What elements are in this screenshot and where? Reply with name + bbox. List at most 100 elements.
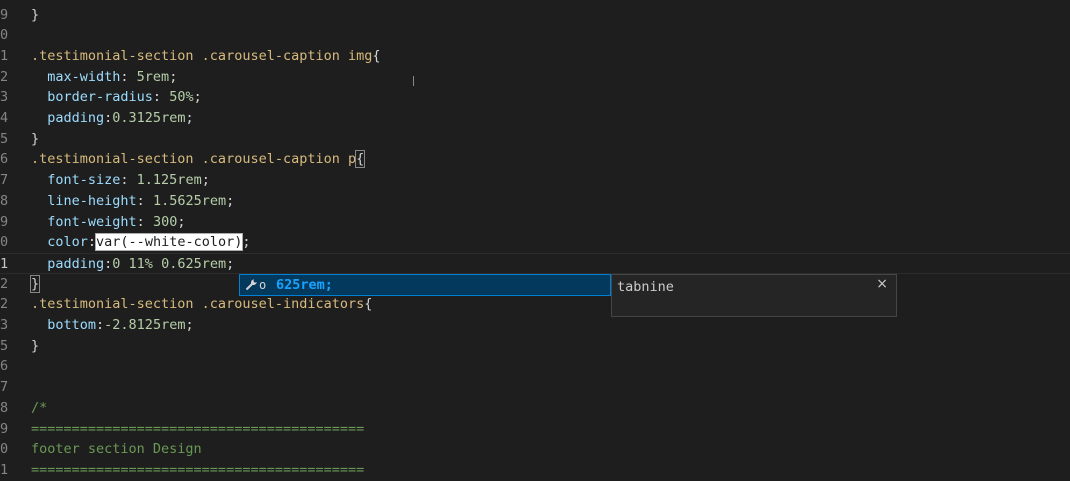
line-number: 6 xyxy=(0,358,9,375)
code-token: 1.5625rem xyxy=(152,192,227,209)
autocomplete-suggestion[interactable]: o 625rem; xyxy=(239,274,611,296)
line-number: 8 xyxy=(0,192,9,209)
code-line[interactable]: 8 /* xyxy=(0,398,1070,419)
code-token: .testimonial-section .carousel-indicator… xyxy=(31,296,365,313)
line-number: 9 xyxy=(0,213,9,230)
code-text: border-radius: 50%; xyxy=(31,87,202,108)
code-line[interactable]: 7 font-size: 1.125rem; xyxy=(0,170,1070,191)
code-text: .testimonial-section .carousel-caption i… xyxy=(31,46,381,67)
code-text: .testimonial-section .carousel-caption p… xyxy=(31,149,366,170)
suggestion-details-panel: tabnine × xyxy=(611,274,897,317)
code-line[interactable]: 3 border-radius: 50%; xyxy=(0,87,1070,108)
suggestion-kind: o xyxy=(259,278,267,292)
code-token: padding xyxy=(31,255,105,272)
line-number: 9 xyxy=(0,420,9,437)
code-text: line-height: 1.5625rem; xyxy=(31,191,234,212)
code-token: : xyxy=(152,89,170,106)
code-text: } xyxy=(31,129,39,150)
code-token: : xyxy=(120,172,137,189)
code-text: padding:0 11% 0.625rem; xyxy=(31,254,234,275)
code-token: : xyxy=(136,192,153,209)
code-line[interactable]: 0 xyxy=(0,25,1070,46)
code-line[interactable]: 1 =======================================… xyxy=(0,460,1070,481)
code-text: padding:0.3125rem; xyxy=(31,108,194,129)
code-line[interactable]: 3 bottom:-2.8125rem; xyxy=(0,315,1070,336)
code-line[interactable]: 1 padding:0 11% 0.625rem; xyxy=(0,252,1070,275)
code-line[interactable]: 5} xyxy=(0,336,1070,357)
code-text: ========================================… xyxy=(31,460,364,481)
code-line[interactable]: 0 color:var(--white-color); xyxy=(0,232,1070,253)
code-token: ; xyxy=(226,255,235,272)
code-line[interactable]: 8 line-height: 1.5625rem; xyxy=(0,191,1070,212)
autocomplete-popup[interactable]: o 625rem; xyxy=(239,274,611,296)
code-text: bottom:-2.8125rem; xyxy=(31,315,194,336)
code-token: ; xyxy=(201,172,210,189)
code-token: : xyxy=(96,317,105,333)
code-token: : xyxy=(136,213,153,230)
code-token: } xyxy=(31,6,40,23)
line-number: 2 xyxy=(0,68,9,85)
text-cursor-ibeam xyxy=(413,76,414,86)
code-token: 0.3125rem xyxy=(112,110,186,126)
line-number: 9 xyxy=(0,6,9,23)
code-line[interactable]: 0 footer section Design xyxy=(0,439,1070,460)
code-token: line-height xyxy=(31,192,137,209)
line-number: 1 xyxy=(0,255,9,272)
line-number: 2 xyxy=(0,275,9,292)
line-number: 0 xyxy=(0,234,9,251)
code-token: bottom xyxy=(31,317,97,333)
code-line[interactable]: 2 max-width: 5rem; xyxy=(0,67,1070,88)
line-number: 6 xyxy=(0,151,9,168)
code-editor[interactable]: 9} 0 1 .testimonial-section .carousel-capti… xyxy=(0,0,1070,481)
line-number: 7 xyxy=(0,379,9,396)
code-line[interactable]: 7 xyxy=(0,377,1070,398)
line-number: 3 xyxy=(0,317,9,333)
code-token: ; xyxy=(177,213,186,230)
line-number: 0 xyxy=(0,441,9,458)
code-token: max-width xyxy=(31,68,121,85)
code-line[interactable]: 6 xyxy=(0,356,1070,377)
code-text: } xyxy=(31,5,39,26)
code-line[interactable]: 9} xyxy=(0,5,1070,26)
code-line[interactable]: 5} xyxy=(0,129,1070,150)
line-number: 0 xyxy=(0,27,9,44)
code-token: ========================================… xyxy=(31,461,365,478)
code-token: ; xyxy=(242,234,251,251)
code-token: ========================================… xyxy=(31,420,365,437)
code-line[interactable]: 2 .testimonial-section .carousel-indicato… xyxy=(0,294,1070,315)
code-token: border-radius xyxy=(31,89,153,106)
code-token: 50% xyxy=(169,89,194,106)
code-token: .testimonial-section .carousel-caption i… xyxy=(31,47,373,64)
code-token: { xyxy=(364,296,373,313)
line-number: 2 xyxy=(0,296,9,313)
code-token: 0 11% 0.625rem xyxy=(112,255,227,272)
code-line[interactable]: 9 =======================================… xyxy=(0,419,1070,440)
line-number: 1 xyxy=(0,47,9,64)
code-token: ; xyxy=(193,89,202,106)
code-text: max-width: 5rem; xyxy=(31,67,177,88)
code-text: color:var(--white-color); xyxy=(31,232,251,253)
code-token: ; xyxy=(185,317,194,333)
code-text: ========================================… xyxy=(31,419,364,440)
close-icon[interactable]: × xyxy=(876,276,888,292)
code-token: /* xyxy=(31,399,48,416)
line-number: 3 xyxy=(0,89,9,106)
code-token: var(--white-color) xyxy=(95,233,244,252)
line-number: 4 xyxy=(0,110,9,126)
code-token: { xyxy=(355,150,366,169)
line-number: 5 xyxy=(0,130,9,147)
code-line[interactable]: 9 font-weight: 300; xyxy=(0,212,1070,233)
code-token: ; xyxy=(169,68,178,85)
code-text: font-weight: 300; xyxy=(31,212,185,233)
code-text: .testimonial-section .carousel-indicator… xyxy=(31,294,372,315)
details-title: tabnine xyxy=(617,279,674,295)
line-number: 8 xyxy=(0,399,9,416)
code-line[interactable]: 4 padding:0.3125rem; xyxy=(0,108,1070,129)
code-token: ; xyxy=(226,192,235,209)
code-line[interactable]: 1 .testimonial-section .carousel-caption … xyxy=(0,46,1070,67)
code-token: 5rem xyxy=(136,68,170,85)
code-token: ; xyxy=(185,110,194,126)
code-token: color xyxy=(31,234,88,251)
code-token: } xyxy=(31,337,40,354)
code-line[interactable]: 6 .testimonial-section .carousel-caption … xyxy=(0,149,1070,170)
